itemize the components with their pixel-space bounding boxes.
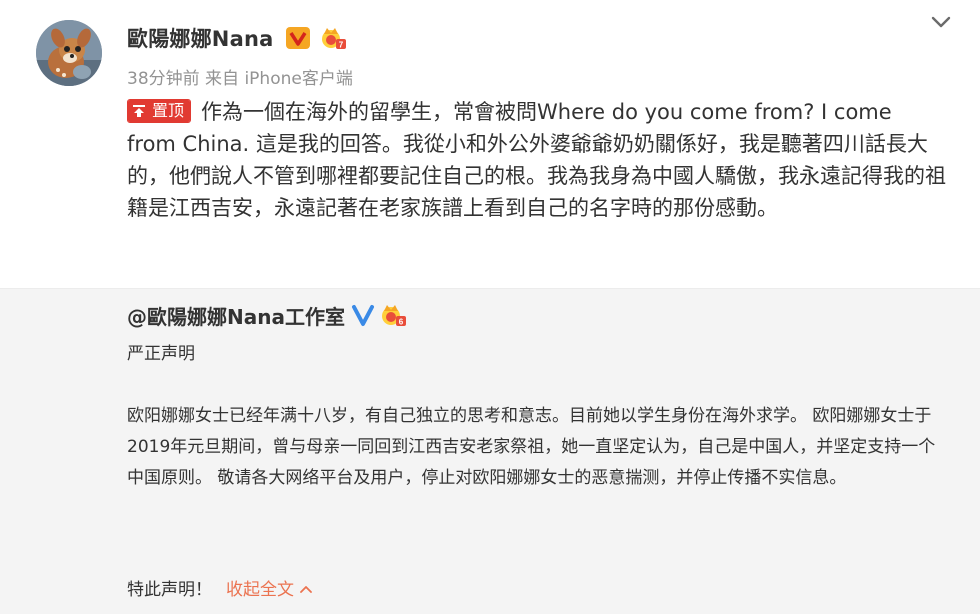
chevron-down-icon[interactable] [930, 12, 952, 32]
weibo-post: 歐陽娜娜Nana 7 38分钟前 来自 iPhone客户端 置顶 作為一個在海外… [0, 0, 980, 288]
post-body-text: 作為一個在海外的留學生，常會被問Where do you come from? … [127, 100, 946, 220]
pinned-badge: 置顶 [127, 99, 192, 123]
repost-author-row: @歐陽娜娜Nana工作室 6 [127, 301, 407, 329]
repost-closing: 特此声明！ [127, 580, 212, 600]
repost-body-text: 欧阳娜娜女士已经年满十八岁，有自己独立的思考和意志。目前她以学生身份在海外求学。… [127, 406, 936, 488]
repost-card[interactable]: @歐陽娜娜Nana工作室 6 严正声明 欧阳娜娜女士已经年满十八岁，有自己独立的… [0, 288, 980, 614]
repost-author-name[interactable]: @歐陽娜娜Nana工作室 [127, 301, 345, 330]
post-meta: 38分钟前 来自 iPhone客户端 [127, 69, 353, 89]
repost-closing-row: 特此声明！ 收起全文 [127, 575, 312, 600]
collapse-button[interactable]: 收起全文 [226, 580, 312, 600]
repost-heading: 严正声明 [127, 344, 195, 364]
post-author-name[interactable]: 歐陽娜娜Nana [127, 23, 273, 53]
svg-text:7: 7 [339, 41, 344, 50]
pin-icon [128, 100, 150, 122]
pinned-label: 置顶 [150, 100, 191, 122]
post-author-row: 歐陽娜娜Nana 7 [127, 23, 347, 53]
post-text: 置顶 作為一個在海外的留學生，常會被問Where do you come fro… [127, 96, 947, 224]
svg-text:6: 6 [399, 318, 404, 327]
orange-verified-v-icon [286, 27, 311, 49]
collapse-label: 收起全文 [226, 580, 294, 600]
chevron-up-icon [300, 586, 312, 593]
avatar[interactable] [36, 20, 102, 86]
blue-verified-v-icon [351, 305, 374, 326]
crown-level-icon[interactable]: 7 [319, 24, 347, 52]
avatar-fawn-image [36, 20, 102, 86]
crown-level-icon[interactable]: 6 [379, 301, 407, 329]
